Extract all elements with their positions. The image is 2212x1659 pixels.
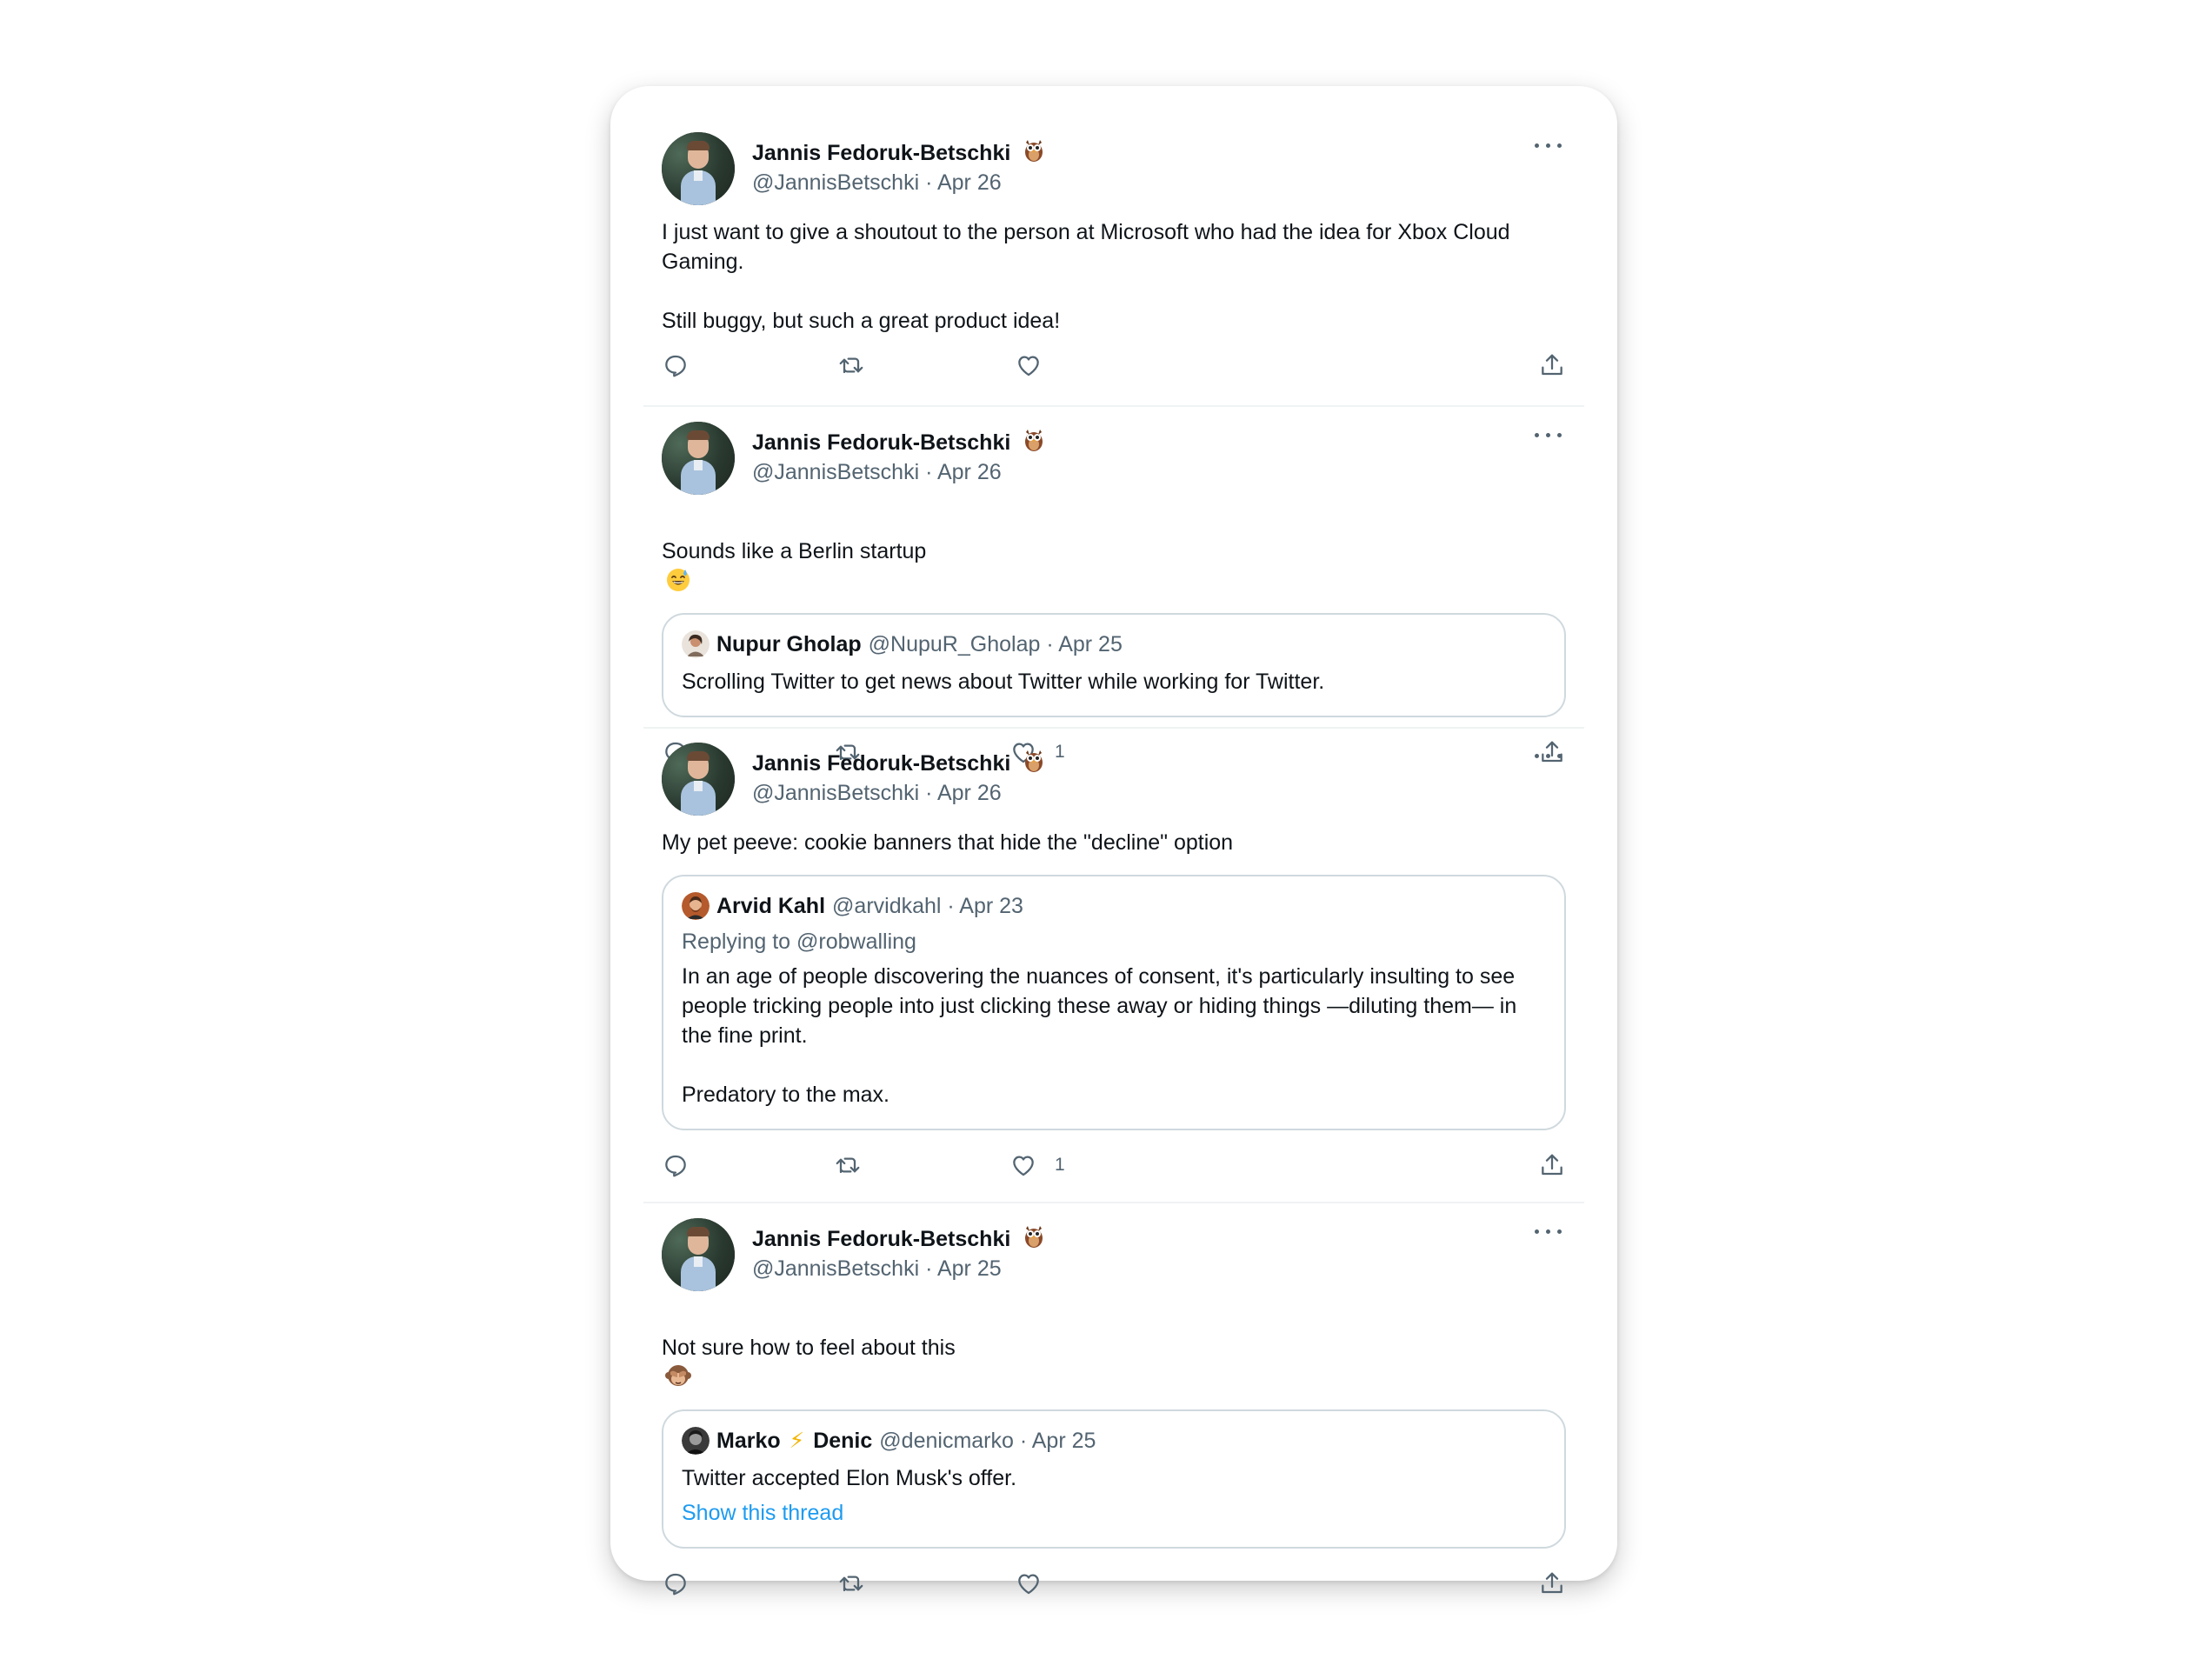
owl-icon xyxy=(1025,750,1043,772)
quoted-tweet-header: Nupur Gholap @NupuR_Gholap · Apr 25 xyxy=(682,630,1546,658)
author-avatar[interactable] xyxy=(662,132,735,205)
like-count: 1 xyxy=(1055,1155,1065,1175)
replying-to[interactable]: Replying to @robwalling xyxy=(682,927,1546,956)
reply-button[interactable] xyxy=(662,1566,690,1601)
author-name[interactable]: Jannis Fedoruk-Betschki xyxy=(752,749,1044,777)
tweet-embed-card: Jannis Fedoruk-Betschki @JannisBetschki … xyxy=(610,86,1617,1596)
tweet-divider xyxy=(643,405,1584,407)
tweet-header: Jannis Fedoruk-Betschki @JannisBetschki … xyxy=(662,1218,1566,1291)
grinning-sweat-emoji-icon xyxy=(667,569,690,591)
like-button[interactable] xyxy=(1015,1566,1060,1601)
retweet-button[interactable] xyxy=(837,348,865,383)
more-options-icon[interactable] xyxy=(1535,139,1564,153)
more-options-icon[interactable] xyxy=(1535,750,1564,763)
tweet-meta[interactable]: @JannisBetschki · Apr 26 xyxy=(752,779,1002,807)
share-icon xyxy=(1542,1572,1562,1594)
tweet-text-body: Sounds like a Berlin startup xyxy=(662,539,927,563)
retweet-icon xyxy=(836,1157,860,1174)
owl-icon xyxy=(1025,1226,1043,1248)
quoted-tweet-text: In an age of people discovering the nuan… xyxy=(682,964,1517,1107)
author-name[interactable]: Jannis Fedoruk-Betschki xyxy=(752,138,1044,167)
retweet-icon xyxy=(839,357,863,374)
quoted-author-name: Arvid Kahl xyxy=(716,894,826,918)
quoted-tweet[interactable]: Nupur Gholap @NupuR_Gholap · Apr 25 Scro… xyxy=(662,613,1566,717)
quoted-author-last-name: Denic xyxy=(813,1429,873,1453)
tweet-text: I just want to give a shoutout to the pe… xyxy=(662,220,1510,333)
tweet-meta[interactable]: @JannisBetschki · Apr 26 xyxy=(752,458,1002,486)
retweet-icon xyxy=(839,1576,863,1592)
share-button[interactable] xyxy=(1538,348,1566,383)
quoted-tweet-meta: @arvidkahl · Apr 23 xyxy=(832,894,1023,918)
tweet[interactable]: Jannis Fedoruk-Betschki @JannisBetschki … xyxy=(662,132,1566,383)
more-options-icon[interactable] xyxy=(1535,429,1564,443)
tweet-meta[interactable]: @JannisBetschki · Apr 25 xyxy=(752,1255,1002,1283)
tweet-text: Not sure how to feel about this xyxy=(662,1303,1566,1392)
quoted-author-avatar[interactable] xyxy=(682,892,710,920)
author-avatar[interactable] xyxy=(662,743,735,816)
tweet-actions: 1 xyxy=(662,1148,1566,1183)
quoted-author-name: Marko ⚡ Denic xyxy=(716,1427,872,1455)
tweet-header: Jannis Fedoruk-Betschki @JannisBetschki … xyxy=(662,422,1566,495)
quoted-tweet[interactable]: Arvid Kahl @arvidkahl · Apr 23 Replying … xyxy=(662,875,1566,1130)
tweet-divider xyxy=(643,1202,1584,1203)
tweet-header: Jannis Fedoruk-Betschki @JannisBetschki … xyxy=(662,132,1566,205)
tweet-actions xyxy=(662,348,1566,383)
quoted-tweet-meta: @NupuR_Gholap · Apr 25 xyxy=(868,632,1123,656)
author-name[interactable]: Jannis Fedoruk-Betschki xyxy=(752,1224,1044,1253)
share-button[interactable] xyxy=(1538,1566,1566,1601)
quoted-tweet-text: Scrolling Twitter to get news about Twit… xyxy=(682,670,1325,694)
tweet-actions xyxy=(662,1566,1566,1601)
share-icon xyxy=(1542,1154,1562,1176)
tweet-meta[interactable]: @JannisBetschki · Apr 26 xyxy=(752,169,1002,197)
owl-icon xyxy=(1025,430,1043,451)
retweet-button[interactable] xyxy=(834,1148,862,1183)
tweet[interactable]: Jannis Fedoruk-Betschki @JannisBetschki … xyxy=(662,422,1566,770)
tweet[interactable]: Jannis Fedoruk-Betschki @JannisBetschki … xyxy=(662,743,1566,1183)
quoted-tweet-meta: @denicmarko · Apr 25 xyxy=(879,1429,1096,1453)
like-button[interactable]: 1 xyxy=(1009,1148,1065,1183)
see-no-evil-monkey-emoji-icon xyxy=(665,1365,691,1386)
author-name[interactable]: Jannis Fedoruk-Betschki xyxy=(752,428,1044,456)
tweet-text: My pet peeve: cookie banners that hide t… xyxy=(662,830,1234,855)
quoted-author-avatar[interactable] xyxy=(682,630,710,658)
quoted-author-name: Nupur Gholap xyxy=(716,632,862,656)
heart-icon xyxy=(1013,1156,1034,1176)
share-button[interactable] xyxy=(1538,1148,1566,1183)
tweet-divider xyxy=(643,727,1584,729)
quoted-author-avatar[interactable] xyxy=(682,1427,710,1455)
quoted-tweet-text: Twitter accepted Elon Musk's offer. xyxy=(682,1466,1017,1490)
reply-icon xyxy=(665,1573,686,1596)
quoted-author-first-name: Marko xyxy=(716,1429,781,1453)
quoted-tweet-header: Marko ⚡ Denic @denicmarko · Apr 25 xyxy=(682,1427,1546,1455)
reply-button[interactable] xyxy=(662,348,690,383)
heart-icon xyxy=(1018,1574,1039,1595)
lightning-icon: ⚡ xyxy=(789,1429,805,1453)
show-thread-link[interactable]: Show this thread xyxy=(682,1498,1546,1528)
retweet-button[interactable] xyxy=(837,1566,865,1601)
tweet-header: Jannis Fedoruk-Betschki @JannisBetschki … xyxy=(662,743,1566,816)
heart-icon xyxy=(1018,356,1039,376)
tweet-text: Sounds like a Berlin startup xyxy=(662,507,1566,596)
reply-button[interactable] xyxy=(662,1148,690,1183)
reply-icon xyxy=(665,355,686,377)
author-avatar[interactable] xyxy=(662,1218,735,1291)
quoted-tweet[interactable]: Marko ⚡ Denic @denicmarko · Apr 25 Twitter… xyxy=(662,1409,1566,1549)
reply-icon xyxy=(665,1155,686,1177)
quoted-tweet-header: Arvid Kahl @arvidkahl · Apr 23 xyxy=(682,892,1546,920)
tweet[interactable]: Jannis Fedoruk-Betschki @JannisBetschki … xyxy=(662,1218,1566,1601)
more-options-icon[interactable] xyxy=(1535,1225,1564,1239)
like-button[interactable] xyxy=(1015,348,1060,383)
share-icon xyxy=(1542,354,1562,376)
tweet-text-body: Not sure how to feel about this xyxy=(662,1336,956,1360)
author-avatar[interactable] xyxy=(662,422,735,495)
owl-icon xyxy=(1025,140,1043,162)
